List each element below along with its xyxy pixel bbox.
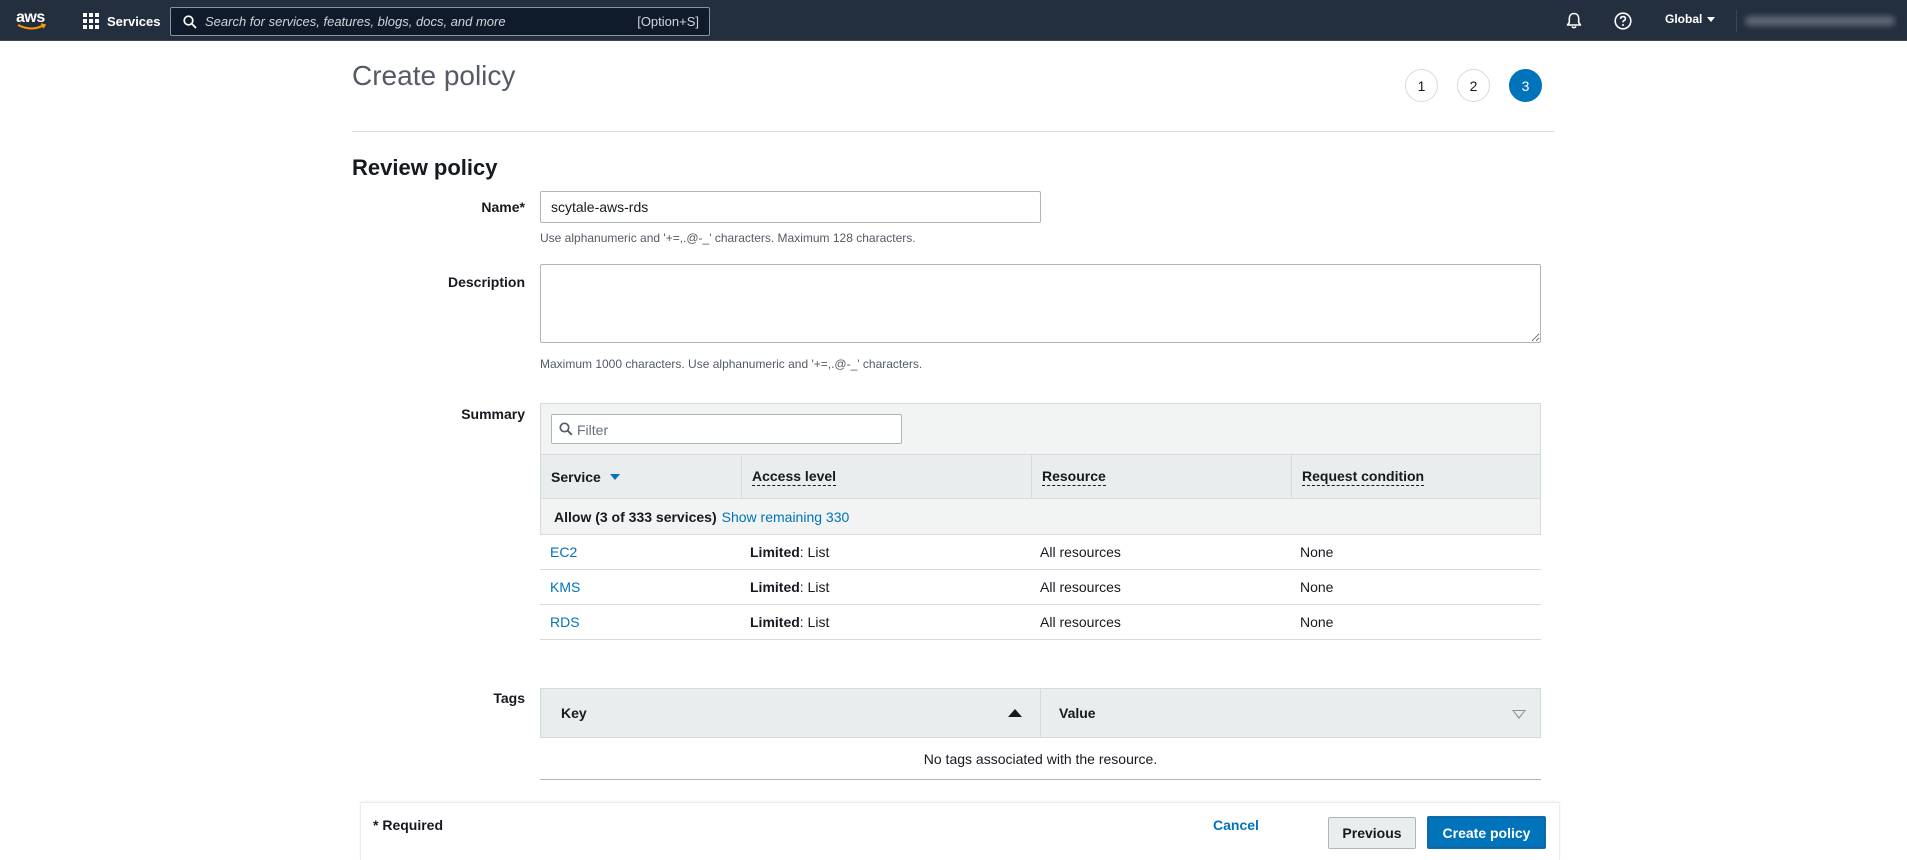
summary-filter-bar [540,403,1541,454]
column-header-access-level: Access level [741,455,1031,498]
service-link-kms[interactable]: KMS [550,579,580,595]
global-search-box[interactable]: [Option+S] [170,7,710,36]
access-level-cell: Limited: List [740,535,1030,569]
column-header-resource-label[interactable]: Resource [1042,468,1106,486]
step-3-indicator-active: 3 [1509,69,1542,102]
search-shortcut-hint: [Option+S] [637,14,699,29]
services-menu-button[interactable]: Services [83,8,161,34]
form-footer: * Required Cancel Previous Create policy [360,802,1560,860]
help-icon[interactable] [1613,11,1633,31]
sort-up-icon [1008,709,1022,717]
resource-cell: All resources [1040,579,1121,595]
access-level-bold: Limited [750,614,800,630]
table-row: KMS Limited: List All resources None [540,570,1541,605]
table-row: EC2 Limited: List All resources None [540,535,1541,570]
page-title: Create policy [352,60,516,91]
bell-icon[interactable] [1564,11,1584,31]
summary-filter-box[interactable] [551,414,902,444]
search-icon [183,15,197,29]
sort-down-icon [1512,710,1526,719]
policy-description-input[interactable] [540,264,1541,343]
table-row: RDS Limited: List All resources None [540,605,1541,640]
grid-icon [83,13,99,29]
access-level-rest: : List [799,614,830,630]
previous-button[interactable]: Previous [1328,817,1416,849]
account-name-redacted [1745,16,1895,26]
description-hint: Maximum 1000 characters. Use alphanumeri… [540,357,923,371]
step-2-indicator[interactable]: 2 [1457,69,1490,102]
column-header-request-condition: Request condition [1291,455,1540,498]
service-cell: RDS [540,605,740,639]
allow-group-row: Allow (3 of 333 services) Show remaining… [540,499,1541,535]
global-search-input[interactable] [205,11,585,32]
access-level-cell: Limited: List [740,570,1030,604]
summary-label: Summary [461,406,525,422]
service-cell: EC2 [540,535,740,569]
name-label: Name* [481,199,525,215]
request-condition-cell: None [1300,579,1334,595]
column-header-key-label: Key [561,705,587,721]
summary-table: Service Access level Resource Request co… [540,403,1541,640]
access-level-rest: : List [799,544,830,560]
access-level-cell: Limited: List [740,605,1030,639]
column-header-service-label: Service [551,468,601,485]
access-level-rest: : List [799,579,830,595]
services-label: Services [107,13,161,29]
request-condition-cell: None [1300,544,1334,560]
column-header-key[interactable]: Key [541,689,1040,737]
show-remaining-link[interactable]: Show remaining 330 [722,509,850,525]
search-icon [559,422,573,436]
tags-label: Tags [493,690,525,706]
column-header-service[interactable]: Service [541,455,741,498]
service-cell: KMS [540,570,740,604]
cancel-button[interactable]: Cancel [1213,817,1259,833]
policy-name-input[interactable] [540,191,1041,223]
summary-table-header: Service Access level Resource Request co… [540,454,1541,499]
name-hint: Use alphanumeric and '+=,.@-_' character… [540,231,916,245]
aws-smile-icon [17,23,47,30]
resource-cell: All resources [1040,544,1121,560]
resource-cell: All resources [1040,614,1121,630]
column-header-access-level-label[interactable]: Access level [752,468,837,486]
top-navigation-bar: aws Services [Option+S] Global [0,0,1907,41]
allow-group-text: Allow (3 of 333 services) [554,508,717,525]
service-link-rds[interactable]: RDS [550,614,580,630]
request-condition-cell: None [1300,614,1334,630]
column-header-resource: Resource [1031,455,1291,498]
header-divider [352,131,1554,132]
region-selector[interactable]: Global [1665,12,1716,26]
tags-table-header: Key Value [540,688,1541,738]
tags-empty-message: No tags associated with the resource. [540,738,1541,780]
service-link-ec2[interactable]: EC2 [550,544,577,560]
access-level-bold: Limited [750,579,800,595]
review-policy-heading: Review policy [352,155,498,180]
required-note: * Required [373,817,444,833]
region-label: Global [1665,12,1703,26]
tags-table: Key Value No tags associated with the re… [540,688,1541,780]
aws-logo[interactable]: aws [16,9,52,33]
summary-filter-input[interactable] [577,419,887,440]
step-1-indicator[interactable]: 1 [1405,69,1438,102]
column-header-request-condition-label[interactable]: Request condition [1302,468,1425,486]
caret-down-icon [1707,16,1716,22]
create-policy-button[interactable]: Create policy [1427,816,1546,849]
account-menu[interactable] [1736,10,1904,32]
sort-down-icon [609,473,620,480]
access-level-bold: Limited [750,544,800,560]
column-header-value-label: Value [1059,705,1096,721]
description-label: Description [447,274,525,290]
column-header-value[interactable]: Value [1040,689,1540,737]
